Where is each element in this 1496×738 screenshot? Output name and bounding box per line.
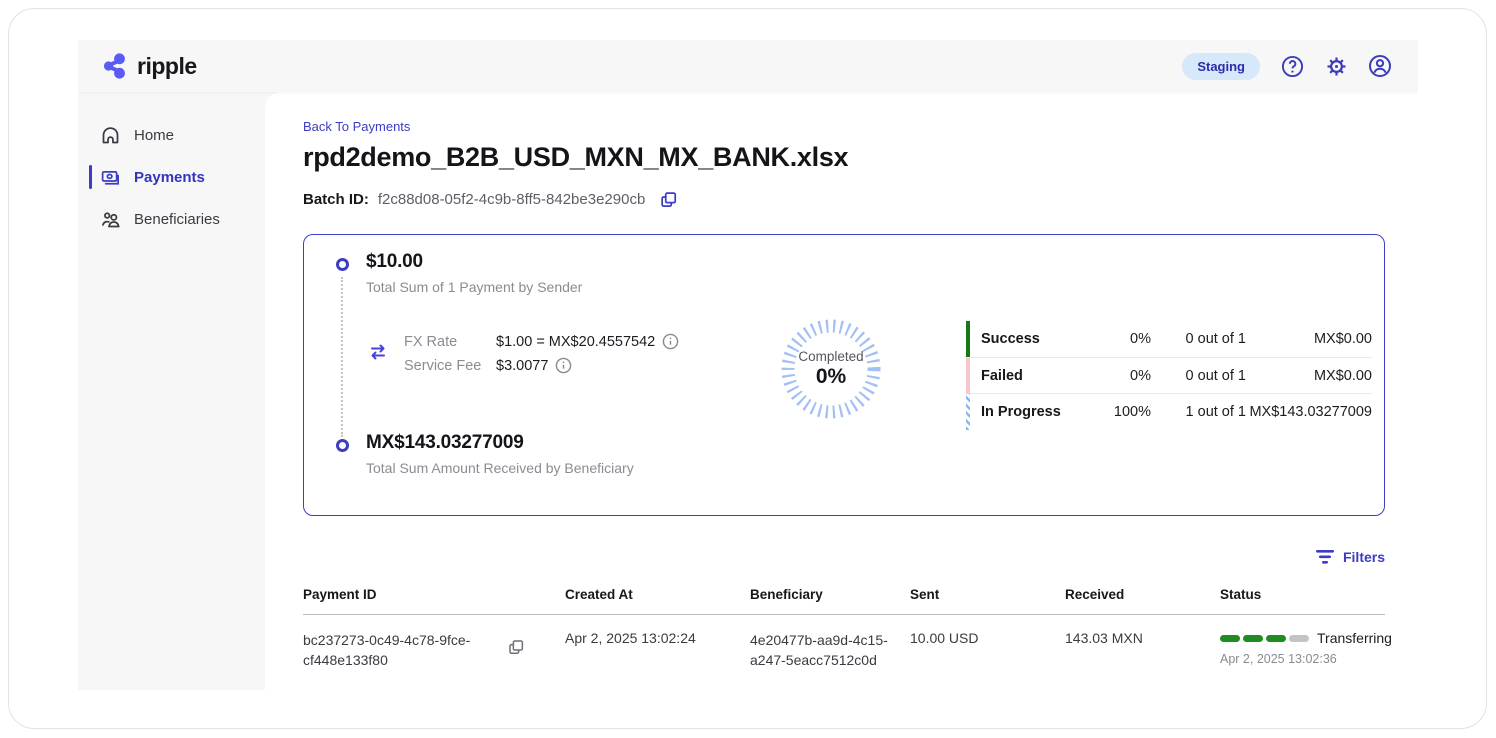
status-timestamp: Apr 2, 2025 13:02:36 [1220, 652, 1392, 666]
settings-gear-icon[interactable] [1324, 54, 1348, 78]
copy-batch-id-icon[interactable] [659, 190, 678, 209]
col-payment-id: Payment ID [303, 587, 565, 602]
sidebar-item-home[interactable]: Home [78, 114, 265, 156]
stat-amount: MX$143.03277009 [1246, 404, 1372, 420]
sidebar-item-beneficiaries[interactable]: Beneficiaries [78, 198, 265, 240]
page-title: rpd2demo_B2B_USD_MXN_MX_BANK.xlsx [303, 142, 1385, 173]
service-fee-value: $3.0077 [496, 357, 679, 374]
created-at-value: Apr 2, 2025 13:02:24 [565, 630, 750, 646]
stat-label: Failed [981, 368, 1093, 384]
completed-percent: 0% [816, 365, 846, 389]
payment-id-value: bc237273-0c49-4c78-9fce-cf448e133f80 [303, 630, 493, 671]
failed-color-bar [966, 358, 970, 394]
stat-row-failed: Failed 0% 0 out of 1 MX$0.00 [966, 357, 1372, 393]
status-progress: Transferring [1220, 630, 1392, 646]
user-profile-icon[interactable] [1368, 54, 1392, 78]
batch-id-row: Batch ID: f2c88d08-05f2-4c9b-8ff5-842be3… [303, 190, 1385, 209]
stat-percent: 100% [1093, 404, 1151, 420]
ripple-logo: ripple [102, 52, 197, 80]
timeline-marker-beneficiary [336, 439, 349, 452]
service-fee-info-icon[interactable] [555, 357, 572, 374]
stat-amount: MX$0.00 [1246, 331, 1372, 347]
table-row[interactable]: bc237273-0c49-4c78-9fce-cf448e133f80 Apr… [303, 615, 1385, 689]
filters-label: Filters [1343, 549, 1385, 565]
environment-badge[interactable]: Staging [1182, 53, 1260, 80]
completed-progress-spinner: Completed 0% [775, 313, 887, 425]
status-progress-segments [1220, 635, 1309, 642]
batch-id-label: Batch ID: [303, 191, 369, 208]
fx-grid: FX Rate $1.00 = MX$20.4557542 Service Fe… [404, 333, 679, 374]
sidebar-item-label: Payments [134, 169, 205, 186]
sender-total-amount: $10.00 [366, 251, 582, 273]
payment-id-cell: bc237273-0c49-4c78-9fce-cf448e133f80 [303, 630, 565, 671]
sidebar-item-payments[interactable]: Payments [78, 156, 265, 198]
table-header: Payment ID Created At Beneficiary Sent R… [303, 577, 1385, 615]
success-color-bar [966, 321, 970, 357]
sidebar: Home Payments Beneficiaries [78, 92, 265, 690]
payments-icon [100, 167, 121, 188]
status-cell: Transferring Apr 2, 2025 13:02:36 [1220, 630, 1392, 666]
topbar-actions: Staging [1182, 53, 1392, 80]
beneficiary-total-block: MX$143.03277009 Total Sum Amount Receive… [366, 432, 634, 476]
app-body: Home Payments Beneficiaries [78, 92, 1418, 690]
back-to-payments-link[interactable]: Back To Payments [303, 119, 410, 134]
service-fee-label: Service Fee [404, 358, 496, 374]
fx-block: FX Rate $1.00 = MX$20.4557542 Service Fe… [366, 333, 679, 374]
batch-id-value: f2c88d08-05f2-4c9b-8ff5-842be3e290cb [378, 191, 645, 208]
stat-row-success: Success 0% 0 out of 1 MX$0.00 [966, 321, 1372, 357]
fx-rate-info-icon[interactable] [662, 333, 679, 350]
fx-rate-label: FX Rate [404, 334, 496, 350]
payments-table: Payment ID Created At Beneficiary Sent R… [303, 577, 1385, 689]
main-panel: Back To Payments rpd2demo_B2B_USD_MXN_MX… [265, 92, 1418, 690]
col-sent: Sent [910, 587, 1065, 602]
beneficiaries-icon [100, 209, 121, 230]
stat-count: 0 out of 1 [1151, 331, 1246, 347]
top-bar: ripple Staging [78, 40, 1418, 92]
stat-percent: 0% [1093, 331, 1151, 347]
beneficiary-value: 4e20477b-aa9d-4c15-a247-5eacc7512c0d [750, 630, 900, 671]
stat-count: 0 out of 1 [1151, 368, 1246, 384]
sidebar-item-label: Beneficiaries [134, 211, 220, 228]
copy-payment-id-icon[interactable] [507, 638, 525, 656]
ripple-logo-icon [102, 52, 130, 80]
completed-label: Completed [798, 349, 863, 364]
filters-button[interactable]: Filters [303, 549, 1385, 565]
help-icon[interactable] [1280, 54, 1304, 78]
stat-label: Success [981, 331, 1093, 347]
status-label: Transferring [1317, 630, 1392, 646]
sender-total-block: $10.00 Total Sum of 1 Payment by Sender [366, 251, 582, 295]
received-value: 143.03 MXN [1065, 630, 1220, 646]
col-beneficiary: Beneficiary [750, 587, 910, 602]
col-received: Received [1065, 587, 1220, 602]
in-progress-color-bar [966, 394, 970, 430]
stat-amount: MX$0.00 [1246, 368, 1372, 384]
timeline-dotted-line [341, 277, 343, 437]
status-stats-table: Success 0% 0 out of 1 MX$0.00 Failed 0% … [966, 321, 1372, 429]
home-icon [100, 125, 121, 146]
beneficiary-total-amount: MX$143.03277009 [366, 432, 634, 454]
col-created-at: Created At [565, 587, 750, 602]
spinner-center: Completed 0% [775, 313, 887, 425]
timeline-marker-sender [336, 258, 349, 271]
app-window: ripple Staging [78, 40, 1418, 690]
stat-count: 1 out of 1 [1151, 404, 1246, 420]
sent-value: 10.00 USD [910, 630, 1065, 646]
filter-icon [1316, 550, 1334, 564]
stat-percent: 0% [1093, 368, 1151, 384]
stat-row-in-progress: In Progress 100% 1 out of 1 MX$143.03277… [966, 393, 1372, 429]
fx-exchange-icon [366, 340, 390, 364]
fx-rate-value: $1.00 = MX$20.4557542 [496, 333, 679, 350]
stat-label: In Progress [981, 404, 1093, 420]
brand-name: ripple [137, 53, 197, 80]
sidebar-item-label: Home [134, 127, 174, 144]
beneficiary-total-caption: Total Sum Amount Received by Beneficiary [366, 460, 634, 476]
sender-total-caption: Total Sum of 1 Payment by Sender [366, 279, 582, 295]
col-status: Status [1220, 587, 1385, 602]
batch-summary-card: $10.00 Total Sum of 1 Payment by Sender … [303, 234, 1385, 516]
